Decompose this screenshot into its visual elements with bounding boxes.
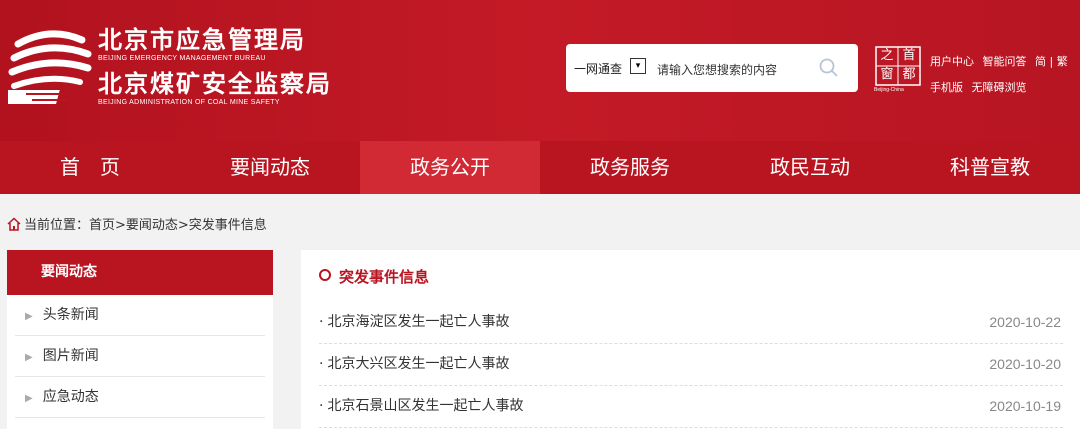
- news-date: 2020-10-20: [989, 356, 1061, 372]
- section-title-text: 突发事件信息: [339, 268, 430, 286]
- badge-char: 都: [902, 67, 916, 82]
- bullet-icon: ·: [319, 314, 324, 330]
- language-switch-link[interactable]: 简 | 繁: [1035, 55, 1068, 68]
- chevron-right-icon: ▶: [25, 311, 33, 322]
- chevron-right-icon: ▶: [25, 352, 33, 363]
- news-date: 2020-10-19: [989, 398, 1061, 414]
- nav-gov-affairs-open[interactable]: 政务公开: [360, 141, 540, 194]
- sidebar-item-label: 应急动态: [42, 389, 99, 405]
- site-header: 北京市应急管理局 BEIJING EMERGENCY MANAGEMENT BU…: [0, 0, 1080, 141]
- news-link[interactable]: 北京大兴区发生一起亡人事故: [327, 356, 509, 372]
- list-item[interactable]: · 北京大兴区发生一起亡人事故 2020-10-20: [319, 344, 1063, 386]
- sidebar-item-label: 图片新闻: [42, 348, 99, 364]
- nav-interaction[interactable]: 政民互动: [720, 141, 900, 194]
- site-titles: 北京市应急管理局 BEIJING EMERGENCY MANAGEMENT BU…: [98, 26, 332, 108]
- accessibility-link[interactable]: 无障碍浏览: [972, 81, 1027, 94]
- sidebar-item-emergency-news[interactable]: ▶ 应急动态: [15, 377, 265, 418]
- badge-subtitle: Beijing-China: [874, 87, 904, 93]
- circle-icon: [319, 269, 331, 281]
- nav-home[interactable]: 首 页: [0, 141, 180, 194]
- sidebar-item-headline-news[interactable]: ▶ 头条新闻: [15, 295, 265, 336]
- breadcrumb-text[interactable]: 当前位置：首页>要闻动态>突发事件信息: [24, 218, 267, 233]
- chevron-down-icon[interactable]: ▾: [630, 58, 646, 74]
- bullet-icon: ·: [319, 398, 324, 414]
- breadcrumb: 当前位置：首页>要闻动态>突发事件信息: [7, 214, 267, 233]
- nav-gov-services[interactable]: 政务服务: [540, 141, 720, 194]
- home-icon: [7, 217, 21, 231]
- list-item[interactable]: · 北京石景山区发生一起亡人事故 2020-10-19: [319, 386, 1063, 428]
- search-icon[interactable]: [818, 57, 840, 79]
- news-link[interactable]: 北京石景山区发生一起亡人事故: [327, 398, 523, 414]
- list-item[interactable]: · 北京海淀区发生一起亡人事故 2020-10-22: [319, 302, 1063, 344]
- news-list-panel: 突发事件信息 · 北京海淀区发生一起亡人事故 2020-10-22 · 北京大兴区发…: [301, 250, 1080, 429]
- bureau-logo-icon[interactable]: [8, 22, 92, 112]
- nav-news[interactable]: 要闻动态: [180, 141, 360, 194]
- title-coal-en: BEIJING ADMINISTRATION OF COAL MINE SAFE…: [98, 99, 280, 106]
- sidebar-item-photo-news[interactable]: ▶ 图片新闻: [15, 336, 265, 377]
- news-link[interactable]: 北京海淀区发生一起亡人事故: [327, 314, 509, 330]
- mobile-version-link[interactable]: 手机版: [930, 81, 963, 94]
- badge-char: 窗: [880, 67, 894, 82]
- sidebar-heading[interactable]: 要闻动态: [7, 250, 273, 295]
- search-scope-label[interactable]: 一网通查: [574, 60, 622, 77]
- section-title: 突发事件信息: [319, 266, 429, 287]
- chevron-right-icon: ▶: [25, 393, 33, 404]
- smart-qa-link[interactable]: 智能问答: [983, 55, 1027, 68]
- bullet-icon: ·: [319, 356, 324, 372]
- nav-science[interactable]: 科普宣教: [900, 141, 1080, 194]
- shoudu-badge-chars: 之 首 窗 都: [876, 46, 922, 86]
- main-nav: 首 页 要闻动态 政务公开 政务服务 政民互动 科普宣教: [0, 141, 1080, 194]
- user-center-link[interactable]: 用户中心: [930, 55, 974, 68]
- badge-char: 之: [880, 48, 894, 63]
- sidebar: 要闻动态 ▶ 头条新闻 ▶ 图片新闻 ▶ 应急动态: [7, 250, 273, 429]
- news-date: 2020-10-22: [989, 314, 1061, 330]
- title-emergency-en: BEIJING EMERGENCY MANAGEMENT BUREAU: [98, 55, 266, 62]
- title-emergency-cn: 北京市应急管理局: [98, 26, 306, 54]
- title-coal-cn: 北京煤矿安全监察局: [98, 70, 332, 98]
- search-box: 一网通查 ▾ 请输入您想搜索的内容: [566, 44, 858, 92]
- top-links: 用户中心 智能问答 简 | 繁 手机版 无障碍浏览: [930, 49, 1073, 101]
- search-input[interactable]: 请输入您想搜索的内容: [657, 61, 777, 78]
- sidebar-item-label: 头条新闻: [42, 307, 99, 323]
- badge-char: 首: [902, 48, 916, 63]
